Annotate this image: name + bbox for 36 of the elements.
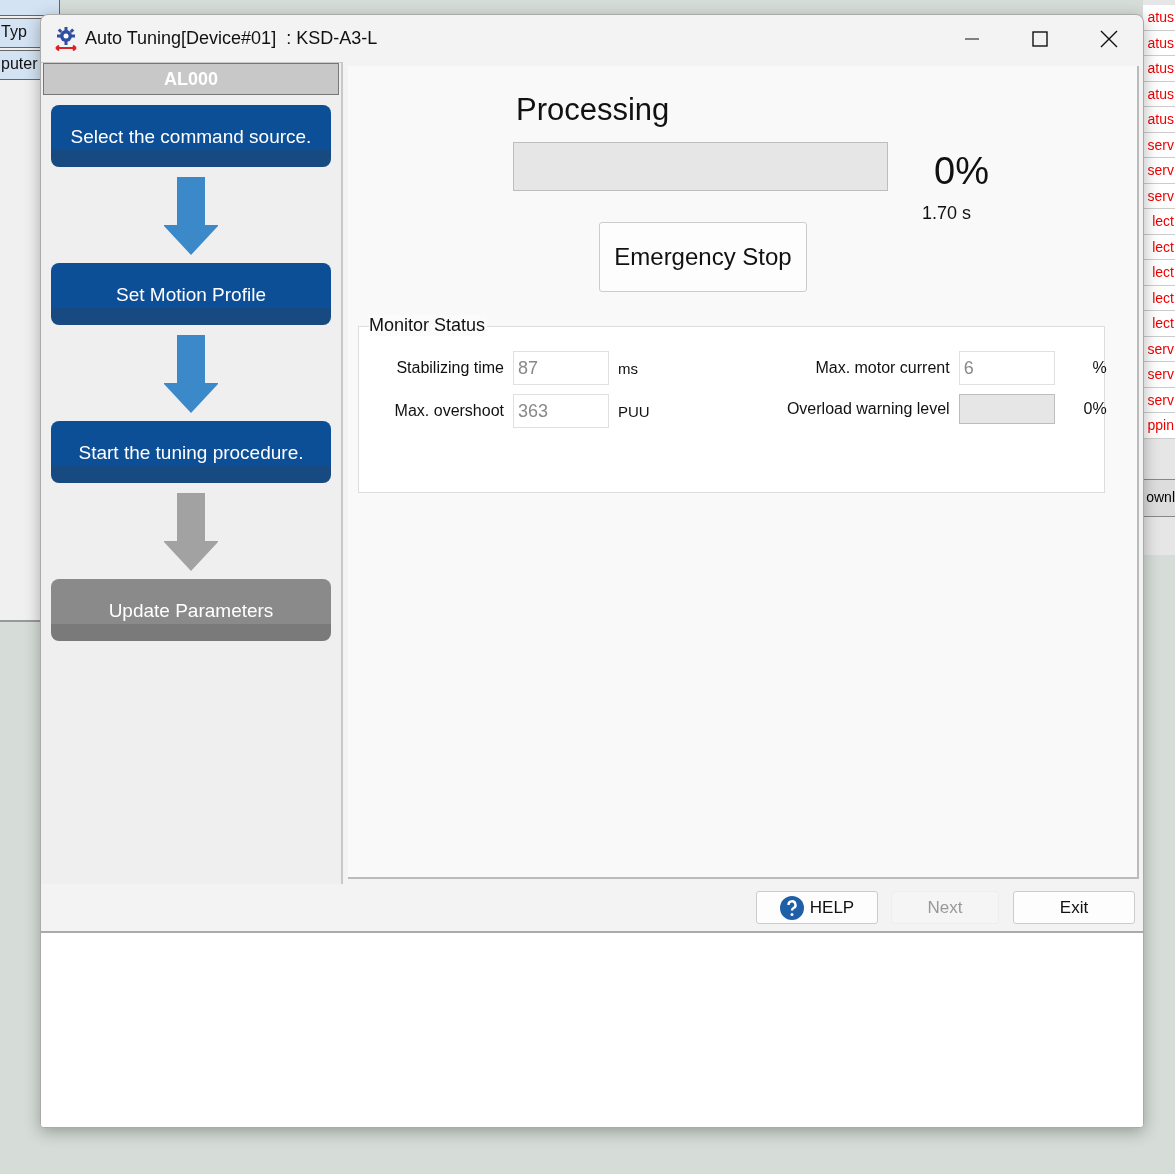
gear-icon bbox=[53, 26, 79, 51]
step-button[interactable]: Select the command source. bbox=[51, 105, 331, 167]
table-cell: serv bbox=[1143, 362, 1175, 388]
group-title: Monitor Status bbox=[369, 315, 488, 336]
overload-reading: 0% bbox=[1082, 400, 1107, 418]
field-label: Max. overshoot bbox=[393, 402, 504, 420]
table-cell: lect bbox=[1143, 260, 1175, 286]
step-button[interactable]: Set Motion Profile bbox=[51, 263, 331, 325]
table-cell: atus bbox=[1143, 56, 1175, 82]
elapsed-time: 1.70 s bbox=[922, 203, 973, 224]
table-cell: lect bbox=[1143, 311, 1175, 337]
table-cell: serv bbox=[1143, 158, 1175, 184]
percent-label: 0% bbox=[934, 150, 989, 193]
table-cell: atus bbox=[1143, 5, 1175, 31]
dialog-button[interactable]: Exit bbox=[1013, 891, 1135, 924]
unit-label: PUU bbox=[618, 402, 650, 420]
field-label: Stabilizing time bbox=[395, 359, 504, 377]
maximize-icon[interactable] bbox=[1032, 30, 1048, 47]
help-button[interactable]: HELP bbox=[756, 891, 878, 924]
background-button[interactable]: ownl bbox=[1143, 478, 1175, 517]
value-field[interactable]: 6 bbox=[958, 351, 1055, 385]
help-icon bbox=[779, 895, 804, 920]
table-cell: atus bbox=[1143, 107, 1175, 133]
unit-label: % bbox=[1091, 359, 1107, 377]
table-cell: ppin bbox=[1143, 413, 1175, 439]
value-field[interactable]: 87 bbox=[513, 351, 609, 385]
close-icon[interactable] bbox=[1100, 29, 1118, 48]
status-heading: Processing bbox=[516, 92, 671, 128]
field-label: Max. motor current bbox=[814, 359, 950, 377]
field-label: Overload warning level bbox=[785, 400, 950, 418]
step-button[interactable]: Start the tuning procedure. bbox=[51, 421, 331, 483]
emergency-stop-button[interactable]: Emergency Stop bbox=[599, 222, 807, 292]
window-title: Auto Tuning[Device#01] : KSD-A3-L bbox=[85, 28, 378, 49]
value-field[interactable]: 363 bbox=[513, 394, 609, 428]
table-cell: lect bbox=[1143, 209, 1175, 235]
unit-label: ms bbox=[618, 359, 638, 377]
